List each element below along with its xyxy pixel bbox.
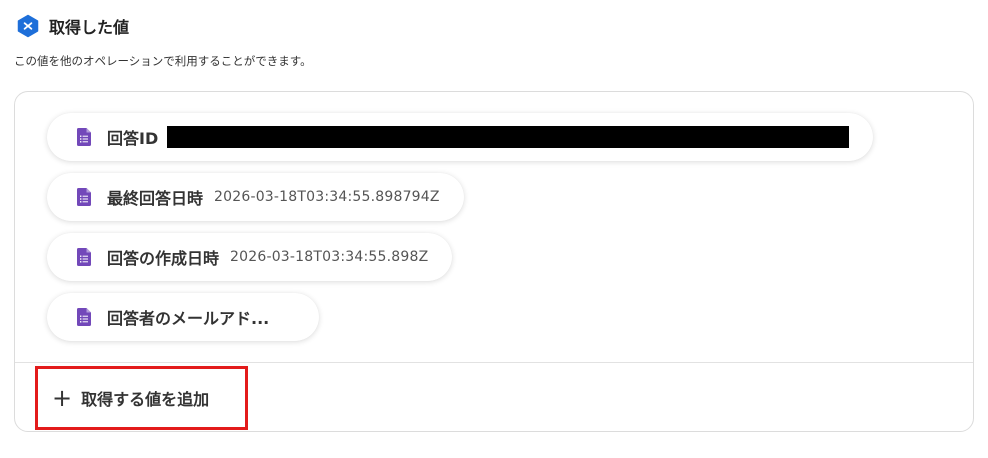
chip-value: 2026-03-18T03:34:55.898Z <box>230 249 429 265</box>
add-value-label: 取得する値を追加 <box>81 390 210 409</box>
variable-hex-icon <box>17 14 39 38</box>
chip-label: 回答者のメールアド... <box>107 309 270 328</box>
value-chip-last-response-time[interactable]: 最終回答日時 2026-03-18T03:34:55.898794Z <box>47 173 464 221</box>
divider <box>15 362 973 363</box>
chip-label: 回答ID <box>107 129 159 148</box>
google-forms-doc-icon <box>77 128 91 146</box>
value-chip-response-created-time[interactable]: 回答の作成日時 2026-03-18T03:34:55.898Z <box>47 233 453 281</box>
chip-label: 最終回答日時 <box>107 189 204 208</box>
google-forms-doc-icon <box>77 308 91 326</box>
google-forms-doc-icon <box>77 248 91 266</box>
google-forms-doc-icon <box>77 188 91 206</box>
chip-value: 2026-03-18T03:34:55.898794Z <box>214 189 440 205</box>
section-description: この値を他のオペレーションで利用することができます。 <box>14 54 312 68</box>
section-header: 取得した値 <box>16 14 129 38</box>
redacted-value <box>167 126 850 148</box>
section-title: 取得した値 <box>49 18 130 37</box>
output-values-panel: 回答ID 最終回答日時 2026-03-18T03:34:55.898794Z … <box>14 91 974 432</box>
value-chip-response-id[interactable]: 回答ID <box>47 113 874 161</box>
plus-icon: + <box>52 384 73 412</box>
value-chip-respondent-email[interactable]: 回答者のメールアド... <box>47 293 320 341</box>
chip-label: 回答の作成日時 <box>107 249 220 268</box>
add-value-button[interactable]: + 取得する値を追加 <box>35 366 248 430</box>
